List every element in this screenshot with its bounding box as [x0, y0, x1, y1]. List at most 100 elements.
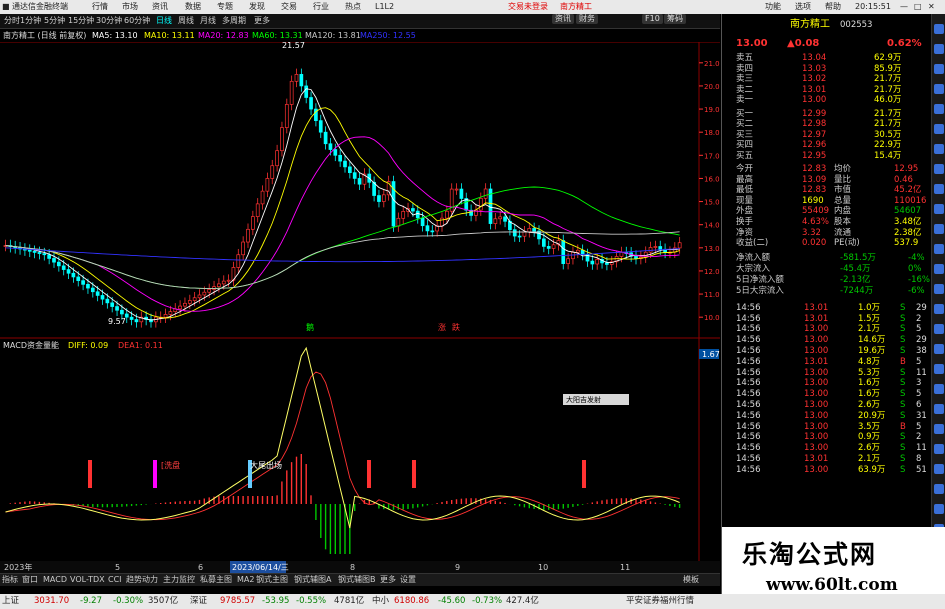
bid-row[interactable]: 买四 12.96 22.9万 — [722, 140, 932, 150]
tab-indicator[interactable]: 指标 — [2, 574, 18, 586]
side-tool-icon[interactable] — [934, 84, 944, 94]
ask-row[interactable]: 卖五 13.04 62.9万 — [722, 53, 932, 63]
tab-trend-power[interactable]: 趋势动力 — [126, 574, 158, 586]
side-tool-icon[interactable] — [934, 284, 944, 294]
menu-item-topics[interactable]: 专题 — [217, 0, 233, 14]
menu-item-industry[interactable]: 行业 — [313, 0, 329, 14]
side-tool-icon[interactable] — [934, 384, 944, 394]
side-tool-icon[interactable] — [934, 324, 944, 334]
tab-monthly[interactable]: 月线 — [200, 14, 216, 28]
tab-main-monitor[interactable]: 主力监控 — [163, 574, 195, 586]
side-tool-icon[interactable] — [934, 464, 944, 474]
tab-60min[interactable]: 60分钟 — [124, 14, 150, 28]
side-tool-icon[interactable] — [934, 484, 944, 494]
candle-body — [289, 80, 294, 105]
money-flow-row: 净流入额 -581.5万 -4% — [722, 253, 932, 263]
tab-daily[interactable]: 日线 — [156, 14, 172, 28]
candle-body — [37, 252, 42, 254]
side-tool-icon[interactable] — [934, 144, 944, 154]
menu-help[interactable]: 帮助 — [825, 0, 841, 14]
bid-row[interactable]: 买三 12.97 30.5万 — [722, 130, 932, 140]
tab-15min[interactable]: 15分钟 — [68, 14, 94, 28]
close-icon[interactable]: ✕ — [928, 0, 935, 14]
side-tool-icon[interactable] — [934, 44, 944, 54]
bid-volume: 21.7万 — [874, 108, 902, 119]
candle-body — [430, 230, 435, 233]
tab-settings[interactable]: 设置 — [400, 574, 416, 586]
chips-button[interactable]: 筹码 — [664, 14, 686, 24]
tab-weekly[interactable]: 周线 — [178, 14, 194, 28]
quote-header: 南方精工 002553 — [722, 18, 932, 32]
side-tool-icon[interactable] — [934, 344, 944, 354]
bid-row[interactable]: 买一 12.99 21.7万 — [722, 109, 932, 119]
menu-item-data[interactable]: 数据 — [185, 0, 201, 14]
menu-item-market[interactable]: 市场 — [122, 0, 138, 14]
ask-row[interactable]: 卖一 13.00 46.0万 — [722, 95, 932, 105]
menu-item-news[interactable]: 资讯 — [152, 0, 168, 14]
kline-chart-area[interactable]: 21.00 20.00 19.00 18.00 17.00 16.00 15.00 14.00… — [0, 42, 720, 573]
tick-count: 5 — [916, 356, 922, 367]
side-tool-icon[interactable] — [934, 124, 944, 134]
minimize-icon[interactable]: — — [900, 0, 908, 14]
tab-steel-aux-b[interactable]: 钢式辅图B — [338, 574, 376, 586]
side-tool-icon[interactable] — [934, 204, 944, 214]
side-tool-icon[interactable] — [934, 364, 944, 374]
menu-item-discover[interactable]: 发现 — [249, 0, 265, 14]
tab-5min[interactable]: 5分钟 — [44, 14, 65, 28]
tab-template[interactable]: 模板 — [683, 574, 699, 586]
tab-ma2[interactable]: MA2 — [237, 574, 254, 586]
side-tool-icon[interactable] — [934, 24, 944, 34]
ask-row[interactable]: 卖三 13.02 21.7万 — [722, 74, 932, 84]
tick-price: 13.01 — [804, 356, 829, 367]
side-tool-icon[interactable] — [934, 444, 944, 454]
tab-multi-period[interactable]: 多周期 — [222, 14, 246, 28]
side-tool-icon[interactable] — [934, 504, 944, 514]
menu-item-hot[interactable]: 热点 — [345, 0, 361, 14]
tab-more-indicators[interactable]: 更多 — [380, 574, 396, 586]
menu-function[interactable]: 功能 — [765, 0, 781, 14]
sh-index-label[interactable]: 上证 — [2, 594, 19, 609]
sz-index-label[interactable]: 深证 — [190, 594, 207, 609]
stat-label: PE(动) — [834, 238, 860, 249]
zx-index-label[interactable]: 中小 — [372, 594, 389, 609]
macd-title: MACD资金量能 — [3, 340, 59, 350]
tab-30min[interactable]: 30分钟 — [96, 14, 122, 28]
tab-intraday[interactable]: 分时 — [4, 14, 20, 28]
bid-row[interactable]: 买五 12.95 15.4万 — [722, 151, 932, 161]
side-tool-icon[interactable] — [934, 264, 944, 274]
menu-options[interactable]: 选项 — [795, 0, 811, 14]
side-tool-icon[interactable] — [934, 304, 944, 314]
tab-1min[interactable]: 1分钟 — [20, 14, 41, 28]
menu-item-quotes[interactable]: 行情 — [92, 0, 108, 14]
side-tool-icon[interactable] — [934, 404, 944, 414]
menu-item-trade[interactable]: 交易 — [281, 0, 297, 14]
tab-more[interactable]: 更多 — [254, 14, 270, 28]
tab-window[interactable]: 窗口 — [22, 574, 38, 586]
tab-vol[interactable]: VOL-TDX — [70, 574, 105, 586]
tab-macd[interactable]: MACD — [43, 574, 67, 586]
ask-row[interactable]: 卖四 13.03 85.9万 — [722, 64, 932, 74]
side-tool-icon[interactable] — [934, 244, 944, 254]
tab-private-main[interactable]: 私募主图 — [200, 574, 232, 586]
side-tool-icon[interactable] — [934, 104, 944, 114]
date-label: 5 — [115, 563, 120, 572]
trade-login-status[interactable]: 交易未登录 — [508, 0, 548, 14]
f10-button[interactable]: F10 — [642, 14, 663, 24]
side-tool-icon[interactable] — [934, 164, 944, 174]
ask-row[interactable]: 卖二 13.01 21.7万 — [722, 85, 932, 95]
candle-body — [178, 305, 182, 310]
candle-body — [352, 172, 357, 179]
candle-body — [551, 244, 556, 249]
maximize-icon[interactable]: □ — [914, 0, 922, 14]
tab-steel-aux-a[interactable]: 钢式辅图A — [294, 574, 331, 586]
menu-item-l1l2[interactable]: L1L2 — [375, 0, 394, 14]
side-tool-icon[interactable] — [934, 184, 944, 194]
tab-steel-main[interactable]: 钢式主图 — [256, 574, 288, 586]
side-tool-icon[interactable] — [934, 424, 944, 434]
side-tool-icon[interactable] — [934, 224, 944, 234]
finance-button[interactable]: 财务 — [576, 14, 598, 24]
bid-row[interactable]: 买二 12.98 21.7万 — [722, 119, 932, 129]
side-tool-icon[interactable] — [934, 64, 944, 74]
tab-cci[interactable]: CCI — [108, 574, 122, 586]
news-button[interactable]: 资讯 — [552, 14, 574, 24]
